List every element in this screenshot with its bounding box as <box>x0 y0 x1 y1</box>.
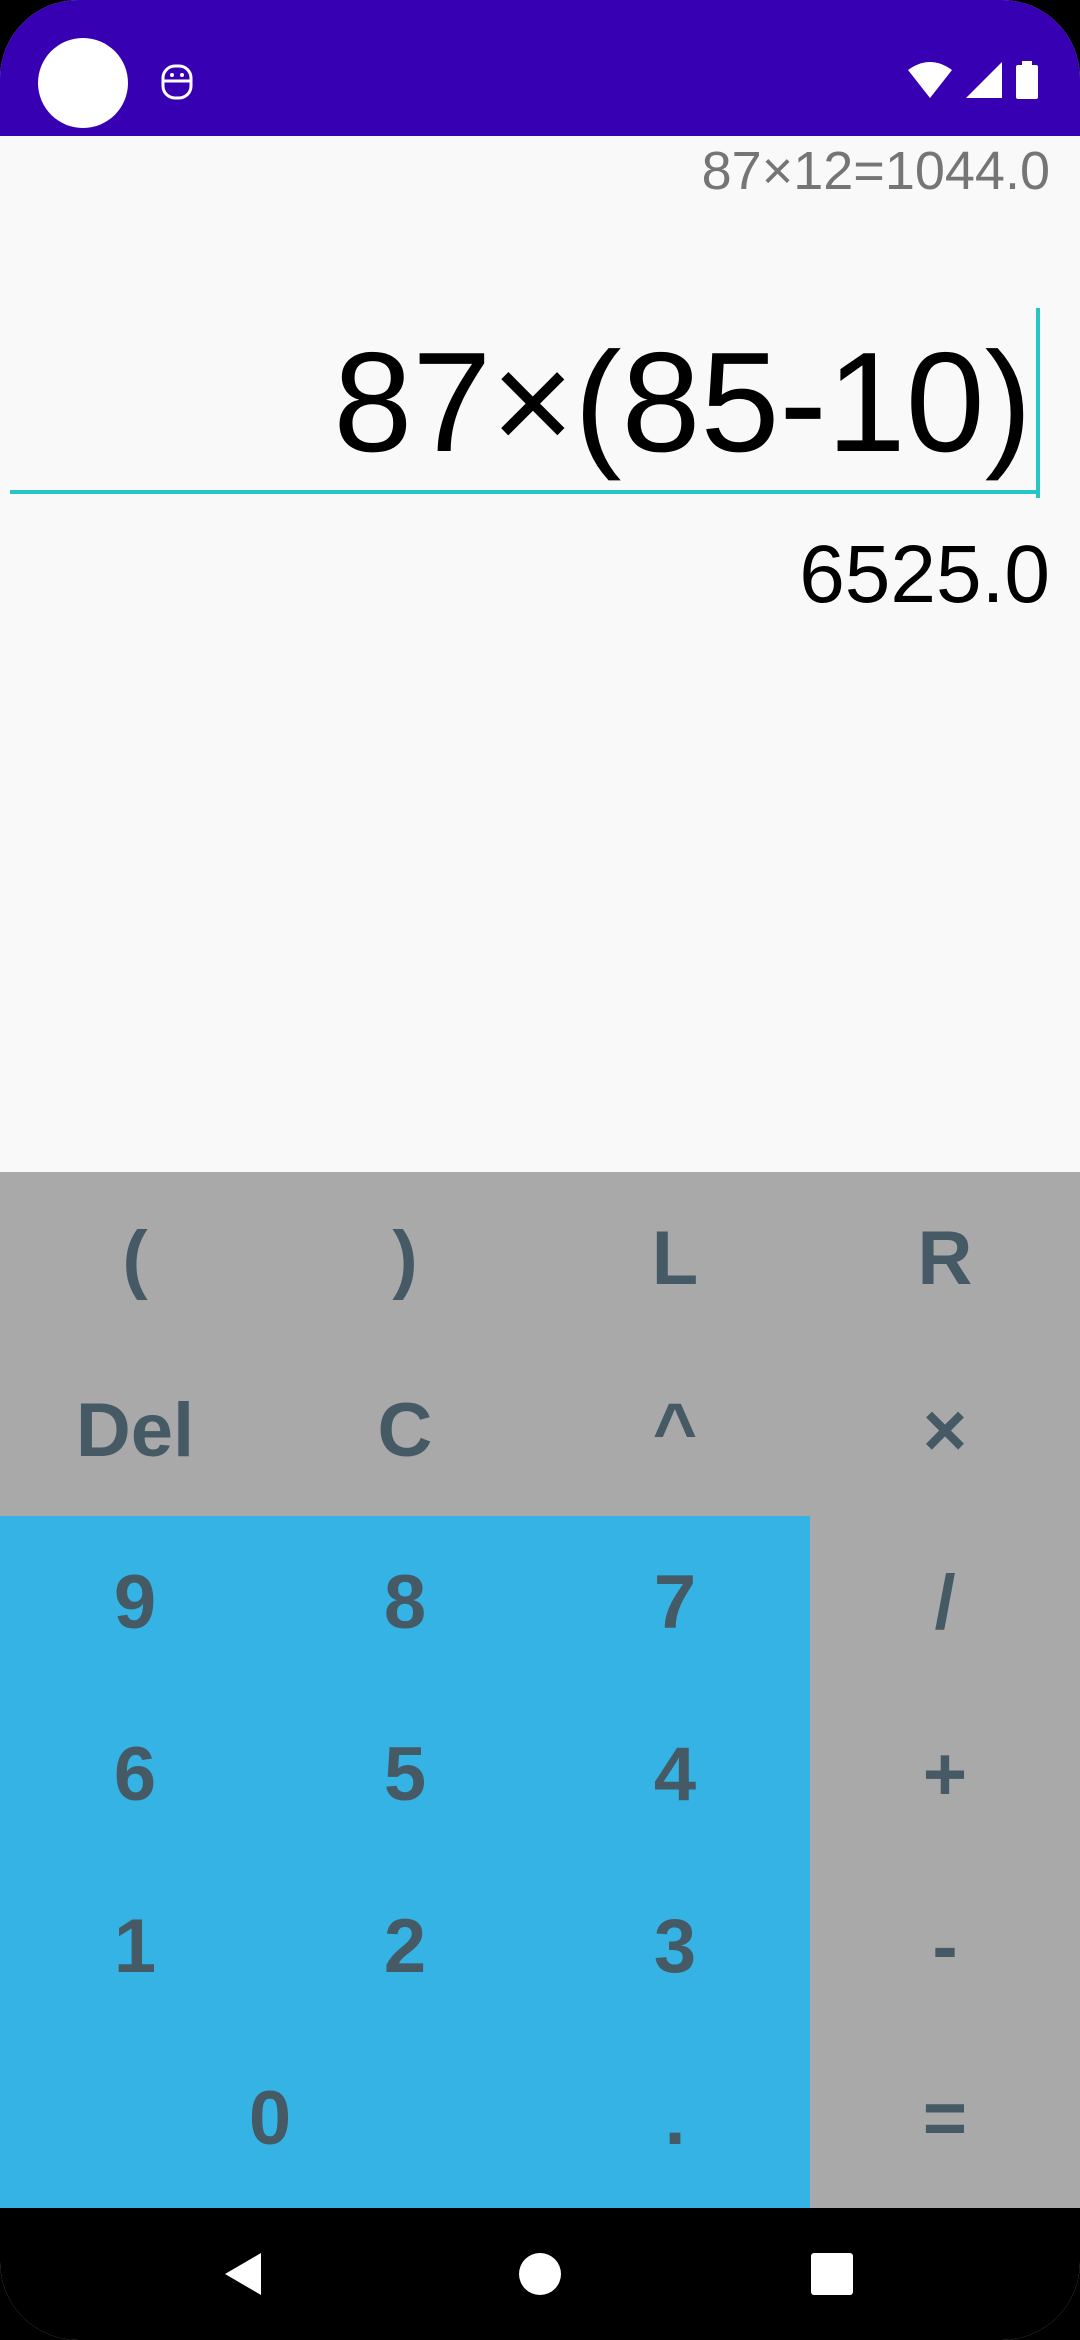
status-bar <box>0 0 1080 136</box>
key-4[interactable]: 4 <box>540 1688 810 1860</box>
key-divide[interactable]: / <box>810 1516 1080 1688</box>
key-delete[interactable]: Del <box>0 1344 270 1516</box>
key-open-paren[interactable]: ( <box>0 1172 270 1344</box>
key-9[interactable]: 9 <box>0 1516 270 1688</box>
key-5[interactable]: 5 <box>270 1688 540 1860</box>
key-close-paren[interactable]: ) <box>270 1172 540 1344</box>
key-1[interactable]: 1 <box>0 1860 270 2032</box>
key-3[interactable]: 3 <box>540 1860 810 2032</box>
app-icon <box>161 64 193 100</box>
navigation-bar <box>0 2208 1080 2340</box>
keypad: ( ) L R Del C ^ × 9 8 7 / 6 5 4 + 1 2 3 … <box>0 1172 1080 2208</box>
expression-input[interactable]: 87×(85-10) <box>10 290 1040 498</box>
key-clear[interactable]: C <box>270 1344 540 1516</box>
recents-icon <box>811 2253 853 2295</box>
home-icon <box>519 2253 561 2295</box>
wifi-icon <box>908 62 952 98</box>
key-left[interactable]: L <box>540 1172 810 1344</box>
key-7[interactable]: 7 <box>540 1516 810 1688</box>
battery-icon <box>1016 61 1038 99</box>
recents-button[interactable] <box>792 2234 872 2314</box>
key-plus[interactable]: + <box>810 1688 1080 1860</box>
key-equals[interactable]: = <box>810 2032 1080 2204</box>
expression-text-wrapper: 87×(85-10) <box>333 308 1040 498</box>
history-text: 87×12=1044.0 <box>701 141 1050 201</box>
back-button[interactable] <box>204 2234 284 2314</box>
back-icon <box>225 2253 261 2295</box>
key-0[interactable]: 0 <box>0 2032 540 2204</box>
expression-text: 87×(85-10) <box>333 322 1032 482</box>
notification-circle <box>38 38 128 128</box>
signal-icon <box>966 62 1002 98</box>
key-power[interactable]: ^ <box>540 1344 810 1516</box>
status-icons <box>908 60 1038 100</box>
result-text: 6525.0 <box>799 529 1050 620</box>
key-2[interactable]: 2 <box>270 1860 540 2032</box>
key-right[interactable]: R <box>810 1172 1080 1344</box>
home-button[interactable] <box>500 2234 580 2314</box>
key-8[interactable]: 8 <box>270 1516 540 1688</box>
key-decimal[interactable]: . <box>540 2032 810 2204</box>
text-cursor <box>1036 308 1040 498</box>
key-6[interactable]: 6 <box>0 1688 270 1860</box>
key-multiply[interactable]: × <box>810 1344 1080 1516</box>
calculator-screen: 87×12=1044.0 87×(85-10) 6525.0 ( ) L R D… <box>0 0 1080 2340</box>
key-minus[interactable]: - <box>810 1860 1080 2032</box>
